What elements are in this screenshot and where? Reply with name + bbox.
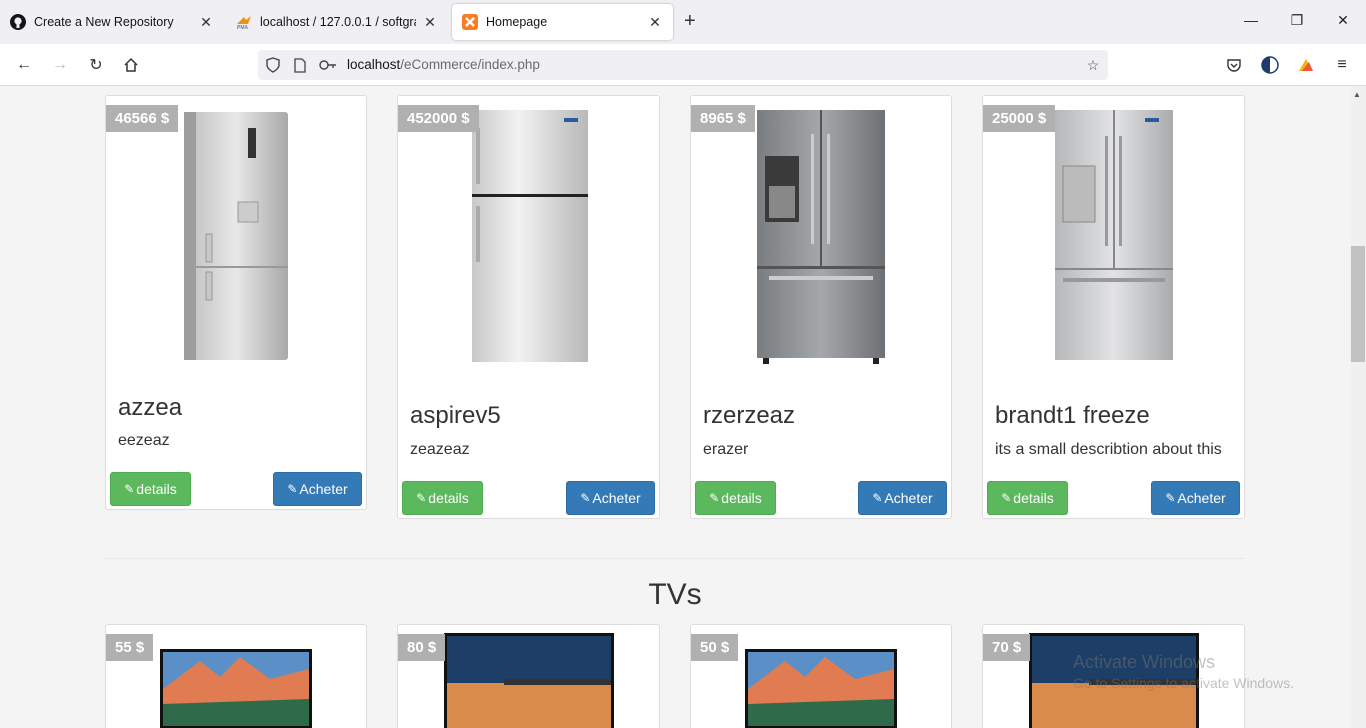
buy-button[interactable]: ✎ Acheter <box>1151 481 1240 515</box>
buy-button[interactable]: ✎ Acheter <box>858 481 947 515</box>
bookmark-star-icon[interactable]: ☆ <box>1084 56 1102 74</box>
product-name: brandt1 freeze <box>995 402 1150 429</box>
details-button[interactable]: ✎ details <box>695 481 776 515</box>
product-image <box>444 633 614 728</box>
edit-icon: ✎ <box>287 482 298 496</box>
forward-icon[interactable]: → <box>49 54 71 76</box>
phpmyadmin-icon: PMA <box>236 14 252 30</box>
back-icon[interactable]: ← <box>13 54 35 76</box>
details-button[interactable]: ✎ details <box>110 472 191 506</box>
edit-icon: ✎ <box>1001 491 1012 505</box>
navigation-bar: ← → ↻ localhost/eCommerce/index.php ☆ ≡ <box>0 44 1366 86</box>
price-badge: 50 $ <box>691 634 739 661</box>
edit-icon: ✎ <box>872 491 883 505</box>
product-description: eezeaz <box>118 432 170 449</box>
price-badge: 55 $ <box>106 634 154 661</box>
buy-button[interactable]: ✎ Acheter <box>273 472 362 506</box>
tab-phpmyadmin[interactable]: PMA localhost / 127.0.0.1 / softgram ✕ <box>226 4 448 40</box>
windows-activation-watermark: Activate Windows Go to Settings to activ… <box>1073 652 1294 691</box>
price-badge: 8965 $ <box>691 105 755 132</box>
url-text: localhost/eCommerce/index.php <box>347 57 540 72</box>
details-label: details <box>136 481 177 497</box>
details-button[interactable]: ✎ details <box>402 481 483 515</box>
scrollbar-thumb[interactable] <box>1351 246 1365 362</box>
close-window-icon[interactable]: ✕ <box>1333 12 1353 29</box>
product-card-tv: 50 $ <box>690 624 952 728</box>
product-card: 25000 $ brandt1 freeze its a small descr… <box>982 95 1245 519</box>
product-description: its a small describtion about this <box>995 441 1222 458</box>
pocket-icon[interactable] <box>1223 54 1245 76</box>
product-image <box>472 110 588 362</box>
buy-button[interactable]: ✎ Acheter <box>566 481 655 515</box>
buy-label: Acheter <box>299 481 348 497</box>
price-badge: 80 $ <box>398 634 446 661</box>
tab-title: localhost / 127.0.0.1 / softgram <box>260 15 416 29</box>
product-image <box>757 110 885 364</box>
extension-dark-reader-icon[interactable] <box>1259 54 1281 76</box>
details-label: details <box>1013 490 1054 506</box>
home-icon[interactable] <box>120 54 142 76</box>
edit-icon: ✎ <box>580 491 591 505</box>
scroll-up-icon[interactable]: ▲ <box>1353 90 1361 99</box>
page-icon[interactable] <box>291 56 309 74</box>
edit-icon: ✎ <box>1165 491 1176 505</box>
product-name: aspirev5 <box>410 402 501 429</box>
vertical-scrollbar[interactable]: ▲ <box>1350 86 1366 728</box>
price-badge: 452000 $ <box>398 105 479 132</box>
tab-title: Create a New Repository <box>34 15 174 29</box>
product-card: 46566 $ azzea eezeaz ✎ details ✎ Acheter <box>105 95 367 510</box>
buy-label: Acheter <box>1177 490 1226 506</box>
product-card-tv: 80 $ <box>397 624 660 728</box>
address-bar[interactable]: localhost/eCommerce/index.php ☆ <box>258 50 1108 80</box>
reload-icon[interactable]: ↻ <box>85 54 107 76</box>
xampp-icon <box>462 14 478 30</box>
key-icon[interactable] <box>319 56 337 74</box>
tab-homepage[interactable]: Homepage ✕ <box>452 4 673 40</box>
section-title-tvs: TVs <box>648 578 702 611</box>
product-image <box>184 112 288 360</box>
product-card-tv: 55 $ <box>105 624 367 728</box>
menu-icon[interactable]: ≡ <box>1331 54 1353 76</box>
product-image <box>745 649 897 728</box>
edit-icon: ✎ <box>416 491 427 505</box>
shield-icon[interactable] <box>264 56 282 74</box>
section-divider <box>105 558 1245 559</box>
product-name: azzea <box>118 394 183 421</box>
edit-icon: ✎ <box>124 482 135 496</box>
edit-icon: ✎ <box>709 491 720 505</box>
product-image <box>1055 110 1173 360</box>
page-content: 46566 $ azzea eezeaz ✎ details ✎ Acheter 4… <box>0 86 1350 728</box>
buy-label: Acheter <box>592 490 641 506</box>
details-label: details <box>428 490 469 506</box>
minimize-icon[interactable]: — <box>1241 12 1261 28</box>
product-description: erazer <box>703 441 749 458</box>
extension-colorful-icon[interactable] <box>1295 54 1317 76</box>
product-card: 452000 $ aspirev5 zeazeaz ✎ details ✎ Ache… <box>397 95 660 519</box>
tab-strip: Create a New Repository ✕ PMA localhost … <box>0 0 1366 44</box>
watermark-subtitle: Go to Settings to activate Windows. <box>1073 675 1294 691</box>
price-badge: 70 $ <box>983 634 1031 661</box>
product-image <box>160 649 312 728</box>
watermark-title: Activate Windows <box>1073 652 1216 672</box>
price-badge: 46566 $ <box>106 105 179 132</box>
github-icon <box>10 14 26 30</box>
close-tab-icon[interactable]: ✕ <box>198 14 214 31</box>
close-tab-icon[interactable]: ✕ <box>422 14 438 31</box>
tab-title: Homepage <box>486 15 548 29</box>
close-tab-icon[interactable]: ✕ <box>647 14 663 31</box>
svg-text:PMA: PMA <box>237 25 249 30</box>
price-badge: 25000 $ <box>983 105 1056 132</box>
tab-github[interactable]: Create a New Repository ✕ <box>0 4 224 40</box>
details-button[interactable]: ✎ details <box>987 481 1068 515</box>
restore-icon[interactable]: ❐ <box>1287 12 1307 29</box>
product-card: 8965 $ rzerzeaz erazer ✎ details ✎ Acheter <box>690 95 952 519</box>
product-description: zeazeaz <box>410 441 470 458</box>
product-name: rzerzeaz <box>703 402 796 429</box>
buy-label: Acheter <box>884 490 933 506</box>
details-label: details <box>721 490 762 506</box>
new-tab-icon[interactable]: + <box>684 11 696 31</box>
